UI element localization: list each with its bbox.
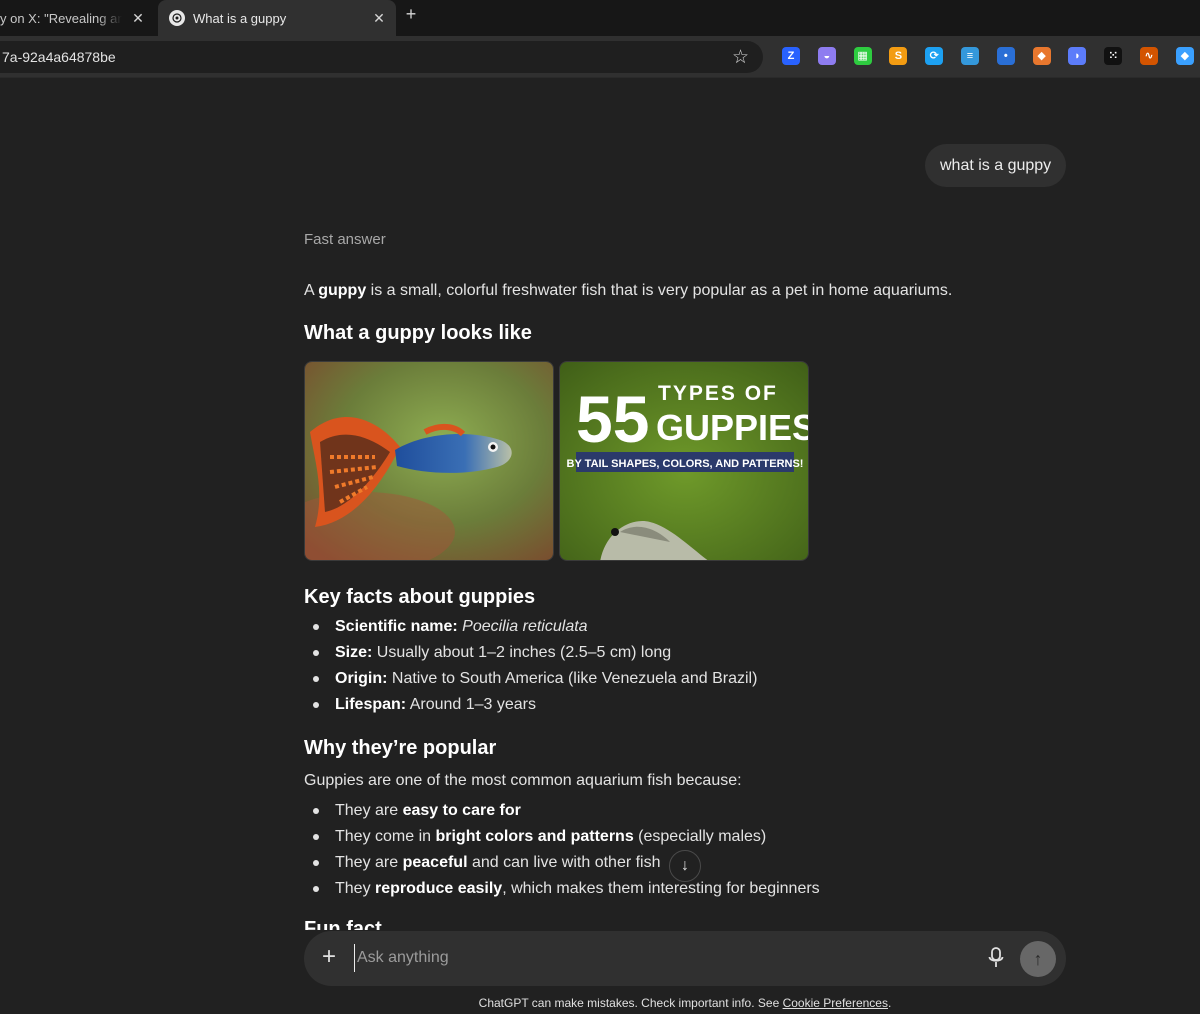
dots-extension-icon[interactable]: ⁙ xyxy=(1104,47,1123,65)
new-tab-plus-icon[interactable]: + xyxy=(400,4,422,26)
image-gallery: 55 TYPES OF GUPPIES BY TAIL SHAPES, COLO… xyxy=(304,361,811,561)
ask-anything-input[interactable] xyxy=(354,944,954,972)
close-icon[interactable]: ✕ xyxy=(129,9,147,27)
scroll-down-arrow-icon[interactable]: ↓ xyxy=(669,850,701,882)
attach-plus-icon[interactable]: + xyxy=(322,944,336,970)
dot-extension-icon[interactable]: • xyxy=(996,47,1015,65)
heading-key-facts: Key facts about guppies xyxy=(304,586,536,608)
key-facts-list: Scientific name: Poecilia reticulata Siz… xyxy=(304,614,757,718)
cookie-preferences-link[interactable]: Cookie Preferences xyxy=(783,996,888,1010)
graphic-banner: BY TAIL SHAPES, COLORS, AND PATTERNS! xyxy=(567,458,804,470)
graphic-line2: GUPPIES xyxy=(656,407,809,448)
z-extension-icon[interactable]: Z xyxy=(782,47,800,65)
tab-title: y on X: "Revealing anoth xyxy=(0,10,122,26)
chatgpt-favicon-icon xyxy=(169,10,185,26)
diamond-extension-icon[interactable]: ◆ xyxy=(1175,47,1194,65)
s-extension-icon[interactable]: S xyxy=(889,47,908,65)
answer-mode-label[interactable]: Fast answer xyxy=(304,231,386,248)
disclaimer-footer: ChatGPT can make mistakes. Check importa… xyxy=(478,996,892,1010)
list-item: They reproduce easily, which makes them … xyxy=(304,876,820,902)
ghost-extension-icon[interactable]: ◒ xyxy=(817,47,836,65)
popular-intro: Guppies are one of the most common aquar… xyxy=(304,772,742,789)
big-number: 55 xyxy=(576,382,649,456)
tab-title: What is a guppy xyxy=(193,10,287,26)
bird-extension-icon[interactable]: ◗ xyxy=(1068,47,1087,65)
message-composer: + ↑ xyxy=(304,931,1066,986)
list-item: They come in bright colors and patterns … xyxy=(304,824,820,850)
graphic-line1: TYPES OF xyxy=(658,382,778,405)
reasons-list: They are easy to care for They come in b… xyxy=(304,798,820,902)
heading-looks-like: What a guppy looks like xyxy=(304,322,532,344)
bookmark-star-icon[interactable]: ☆ xyxy=(732,46,749,69)
list-extension-icon[interactable]: ≡ xyxy=(961,47,979,65)
tab-x-post[interactable]: y on X: "Revealing anoth ✕ xyxy=(0,0,155,36)
list-item: Scientific name: Poecilia reticulata xyxy=(304,614,757,640)
browser-toolbar: 7a-92a4a64878be ☆ Z ◒ ▦ S ⟳ ≡ • ◆ ◗ ⁙ ∿ ◆ xyxy=(0,36,1200,78)
microphone-icon[interactable] xyxy=(988,947,1004,969)
url-text: 7a-92a4a64878be xyxy=(2,49,116,65)
list-item: They are peaceful and can live with othe… xyxy=(304,850,820,876)
sign-extension-icon[interactable]: ∿ xyxy=(1140,47,1158,65)
list-item: Size: Usually about 1–2 inches (2.5–5 cm… xyxy=(304,640,757,666)
list-item: They are easy to care for xyxy=(304,798,820,824)
user-message-bubble: what is a guppy xyxy=(925,144,1067,187)
fox-extension-icon[interactable]: ◆ xyxy=(1032,47,1051,65)
grid-extension-icon[interactable]: ▦ xyxy=(853,47,872,65)
heading-why-popular: Why they’re popular xyxy=(304,737,497,759)
tab-what-is-a-guppy[interactable]: What is a guppy ✕ xyxy=(158,0,396,36)
heading-fun-fact: Fun fact xyxy=(304,918,382,930)
browser-tab-strip: y on X: "Revealing anoth ✕ What is a gup… xyxy=(0,0,1200,36)
list-item: Origin: Native to South America (like Ve… xyxy=(304,666,757,692)
list-item: Lifespan: Around 1–3 years xyxy=(304,692,757,718)
guppy-types-graphic[interactable]: 55 TYPES OF GUPPIES BY TAIL SHAPES, COLO… xyxy=(559,361,809,561)
refresh-extension-icon[interactable]: ⟳ xyxy=(925,47,944,65)
send-arrow-icon[interactable]: ↑ xyxy=(1020,941,1056,977)
close-icon[interactable]: ✕ xyxy=(370,9,388,27)
guppy-photo[interactable] xyxy=(304,361,554,561)
address-bar[interactable]: 7a-92a4a64878be ☆ xyxy=(0,41,763,73)
intro-paragraph: A guppy is a small, colorful freshwater … xyxy=(304,282,953,299)
